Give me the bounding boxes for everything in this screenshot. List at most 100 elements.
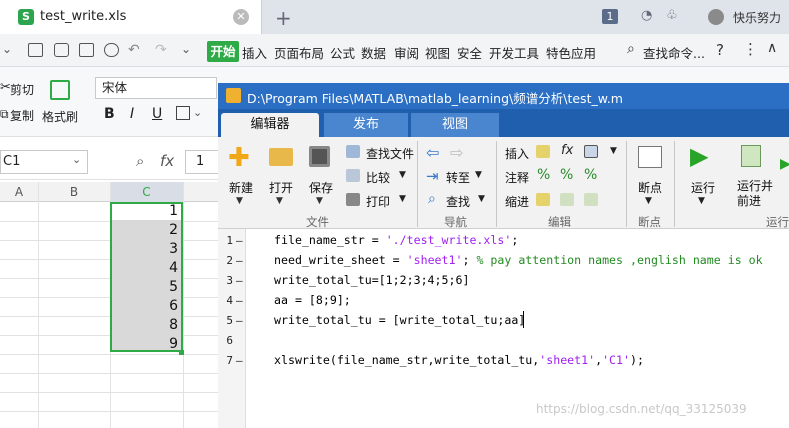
breakpoint-marker[interactable]: – [236, 274, 243, 287]
uncomment-icon[interactable]: % [560, 167, 573, 183]
search-icon[interactable]: ⌕ [627, 41, 635, 57]
breakpoint-marker[interactable]: – [236, 234, 243, 247]
cell-c8[interactable]: 9 [110, 336, 178, 352]
run-button[interactable]: 运行 [691, 179, 715, 196]
chevron-down-icon[interactable]: ▼ [645, 196, 652, 206]
command-search[interactable]: 查找命令... [643, 43, 705, 62]
breakpoints-button[interactable]: 断点 [638, 179, 662, 196]
new-button[interactable]: 新建 [229, 179, 253, 196]
preview-icon[interactable] [104, 43, 119, 57]
menu-special-apps[interactable]: 特色应用 [546, 43, 596, 62]
more-icon[interactable]: ⌄ [181, 42, 191, 56]
cell-c4[interactable]: 4 [110, 260, 178, 276]
menu-review[interactable]: 审阅 [394, 43, 419, 62]
code-line-7[interactable]: xlswrite(file_name_str,write_total_tu,'s… [274, 353, 644, 367]
fx-icon[interactable]: fx [160, 152, 174, 170]
menu-security[interactable]: 安全 [457, 43, 482, 62]
save-icon[interactable] [28, 43, 43, 57]
chevron-down-icon[interactable]: ⌄ [2, 42, 12, 56]
code-line-2[interactable]: need_write_sheet = 'sheet1'; % pay atten… [274, 253, 763, 267]
forward-arrow-icon[interactable]: ⇨ [450, 143, 463, 162]
column-header-b[interactable]: B [38, 182, 110, 202]
tab-publish[interactable]: 发布 [324, 113, 408, 137]
run-icon[interactable]: ▶ [690, 143, 708, 169]
run-section-icon[interactable]: ▶ [780, 156, 789, 172]
open-folder-icon[interactable] [269, 148, 293, 166]
menu-view[interactable]: 视图 [425, 43, 450, 62]
menu-page-layout[interactable]: 页面布局 [274, 43, 324, 62]
chevron-down-icon[interactable]: ▼ [399, 170, 406, 180]
fx-icon[interactable]: fx [561, 143, 573, 158]
shirt-icon[interactable]: ♧ [666, 8, 678, 23]
menu-start[interactable]: 开始 [207, 41, 239, 62]
goto-button[interactable]: 转至 [446, 169, 470, 186]
fill-handle[interactable] [179, 350, 184, 355]
font-select[interactable]: 宋体 [95, 77, 217, 99]
breakpoint-marker[interactable]: – [236, 314, 243, 327]
user-name[interactable]: 快乐努力 [733, 9, 781, 26]
save-button[interactable]: 保存 [309, 179, 333, 196]
help-icon[interactable]: ? [716, 41, 724, 59]
close-tab-icon[interactable]: ✕ [233, 9, 249, 25]
copy-button[interactable]: 复制 [10, 107, 34, 124]
bold-button[interactable]: B [104, 106, 115, 122]
menu-insert[interactable]: 插入 [242, 43, 267, 62]
comment-button[interactable]: 注释 [505, 169, 529, 186]
border-icon[interactable] [176, 106, 190, 120]
window-count-badge[interactable]: 1 [602, 9, 618, 24]
column-header-c[interactable]: C [110, 182, 183, 202]
chevron-down-icon[interactable]: ▼ [478, 194, 485, 204]
code-line-1[interactable]: file_name_str = './test_write.xls'; [274, 233, 518, 247]
code-line-5[interactable]: write_total_tu = [write_total_tu;aa] [274, 313, 525, 327]
undo-icon[interactable]: ↶ [128, 42, 140, 58]
insert-button[interactable]: 插入 [505, 145, 529, 162]
more-options-icon[interactable]: ⋮ [743, 40, 758, 58]
breakpoint-marker[interactable]: – [236, 294, 243, 307]
skin-icon[interactable]: ◔ [641, 8, 652, 23]
avatar[interactable] [708, 9, 724, 25]
chevron-down-icon[interactable]: ▼ [610, 146, 617, 156]
export-icon[interactable] [54, 43, 69, 57]
menu-formula[interactable]: 公式 [330, 43, 355, 62]
smart-indent-icon[interactable] [536, 193, 550, 206]
print-icon[interactable] [79, 43, 94, 57]
run-advance-icon[interactable] [741, 145, 761, 167]
italic-button[interactable]: I [130, 106, 134, 122]
cell-c3[interactable]: 3 [110, 241, 178, 257]
find-files-button[interactable]: 查找文件 [366, 145, 414, 162]
insert-function-icon[interactable] [584, 145, 598, 158]
run-and-advance-button[interactable]: 运行并 前进 [737, 179, 773, 209]
insert-section-icon[interactable] [536, 145, 550, 158]
wrap-comment-icon[interactable]: % [584, 167, 597, 183]
code-line-4[interactable]: aa = [8;9]; [274, 293, 351, 307]
menu-data[interactable]: 数据 [361, 43, 386, 62]
copy-icon[interactable]: ⧉ [0, 107, 9, 122]
chevron-down-icon[interactable]: ▼ [698, 196, 705, 206]
redo-icon[interactable]: ↷ [155, 42, 167, 58]
chevron-down-icon[interactable]: ⌄ [72, 153, 81, 166]
open-button[interactable]: 打开 [269, 179, 293, 196]
tab-editor[interactable]: 编辑器 [221, 113, 319, 137]
code-line-3[interactable]: write_total_tu=[1;2;3;4;5;6] [274, 273, 469, 287]
breakpoint-marker[interactable]: – [236, 354, 243, 367]
increase-indent-icon[interactable] [560, 193, 574, 206]
collapse-ribbon-icon[interactable]: ∧ [767, 40, 777, 56]
cell-c5[interactable]: 5 [110, 279, 178, 295]
indent-button[interactable]: 缩进 [505, 193, 529, 210]
chevron-down-icon[interactable]: ▼ [236, 196, 243, 206]
find-button[interactable]: 查找 [446, 193, 470, 210]
chevron-down-icon[interactable]: ▼ [399, 194, 406, 204]
compare-button[interactable]: 比较 [366, 169, 390, 186]
print-button[interactable]: 打印 [366, 193, 390, 210]
chevron-down-icon[interactable]: ▼ [475, 170, 482, 180]
breakpoint-marker[interactable]: – [236, 254, 243, 267]
cell-c2[interactable]: 2 [110, 222, 178, 238]
format-painter-icon[interactable] [50, 80, 70, 100]
cell-c6[interactable]: 6 [110, 298, 178, 314]
cut-button[interactable]: 剪切 [10, 81, 34, 98]
format-painter-button[interactable]: 格式刷 [42, 108, 78, 125]
new-icon[interactable]: ✚ [228, 145, 250, 171]
chevron-down-icon[interactable]: ▼ [316, 196, 323, 206]
decrease-indent-icon[interactable] [584, 193, 598, 206]
new-tab-button[interactable]: + [275, 6, 292, 30]
